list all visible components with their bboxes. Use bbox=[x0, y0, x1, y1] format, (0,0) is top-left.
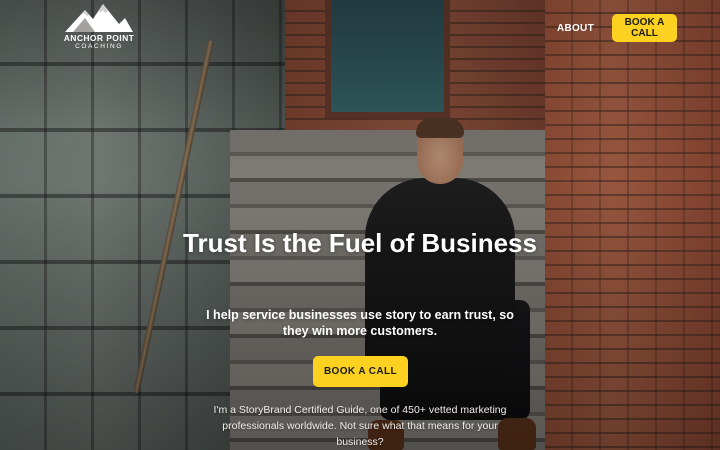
hero-headline: Trust Is the Fuel of Business bbox=[183, 228, 537, 258]
hero-subheadline: I help service businesses use story to e… bbox=[206, 308, 514, 338]
hero-book-call-button[interactable]: BOOK A CALL bbox=[313, 356, 408, 387]
nav-book-call-button[interactable]: BOOK A CALL bbox=[612, 14, 677, 42]
logo-link[interactable]: ANCHOR POINT COACHING bbox=[60, 2, 138, 54]
nav-about-link[interactable]: ABOUT bbox=[557, 23, 594, 34]
logo-name: ANCHOR POINT bbox=[63, 33, 135, 43]
logo-subtitle: COACHING bbox=[75, 43, 123, 50]
hero-section: ANCHOR POINT COACHING ABOUT BOOK A CALL … bbox=[0, 0, 720, 450]
mountain-peaks-icon bbox=[65, 4, 133, 32]
hero-blurb: I'm a StoryBrand Certified Guide, one of… bbox=[213, 404, 507, 448]
main-nav: ABOUT BOOK A CALL bbox=[557, 14, 677, 42]
